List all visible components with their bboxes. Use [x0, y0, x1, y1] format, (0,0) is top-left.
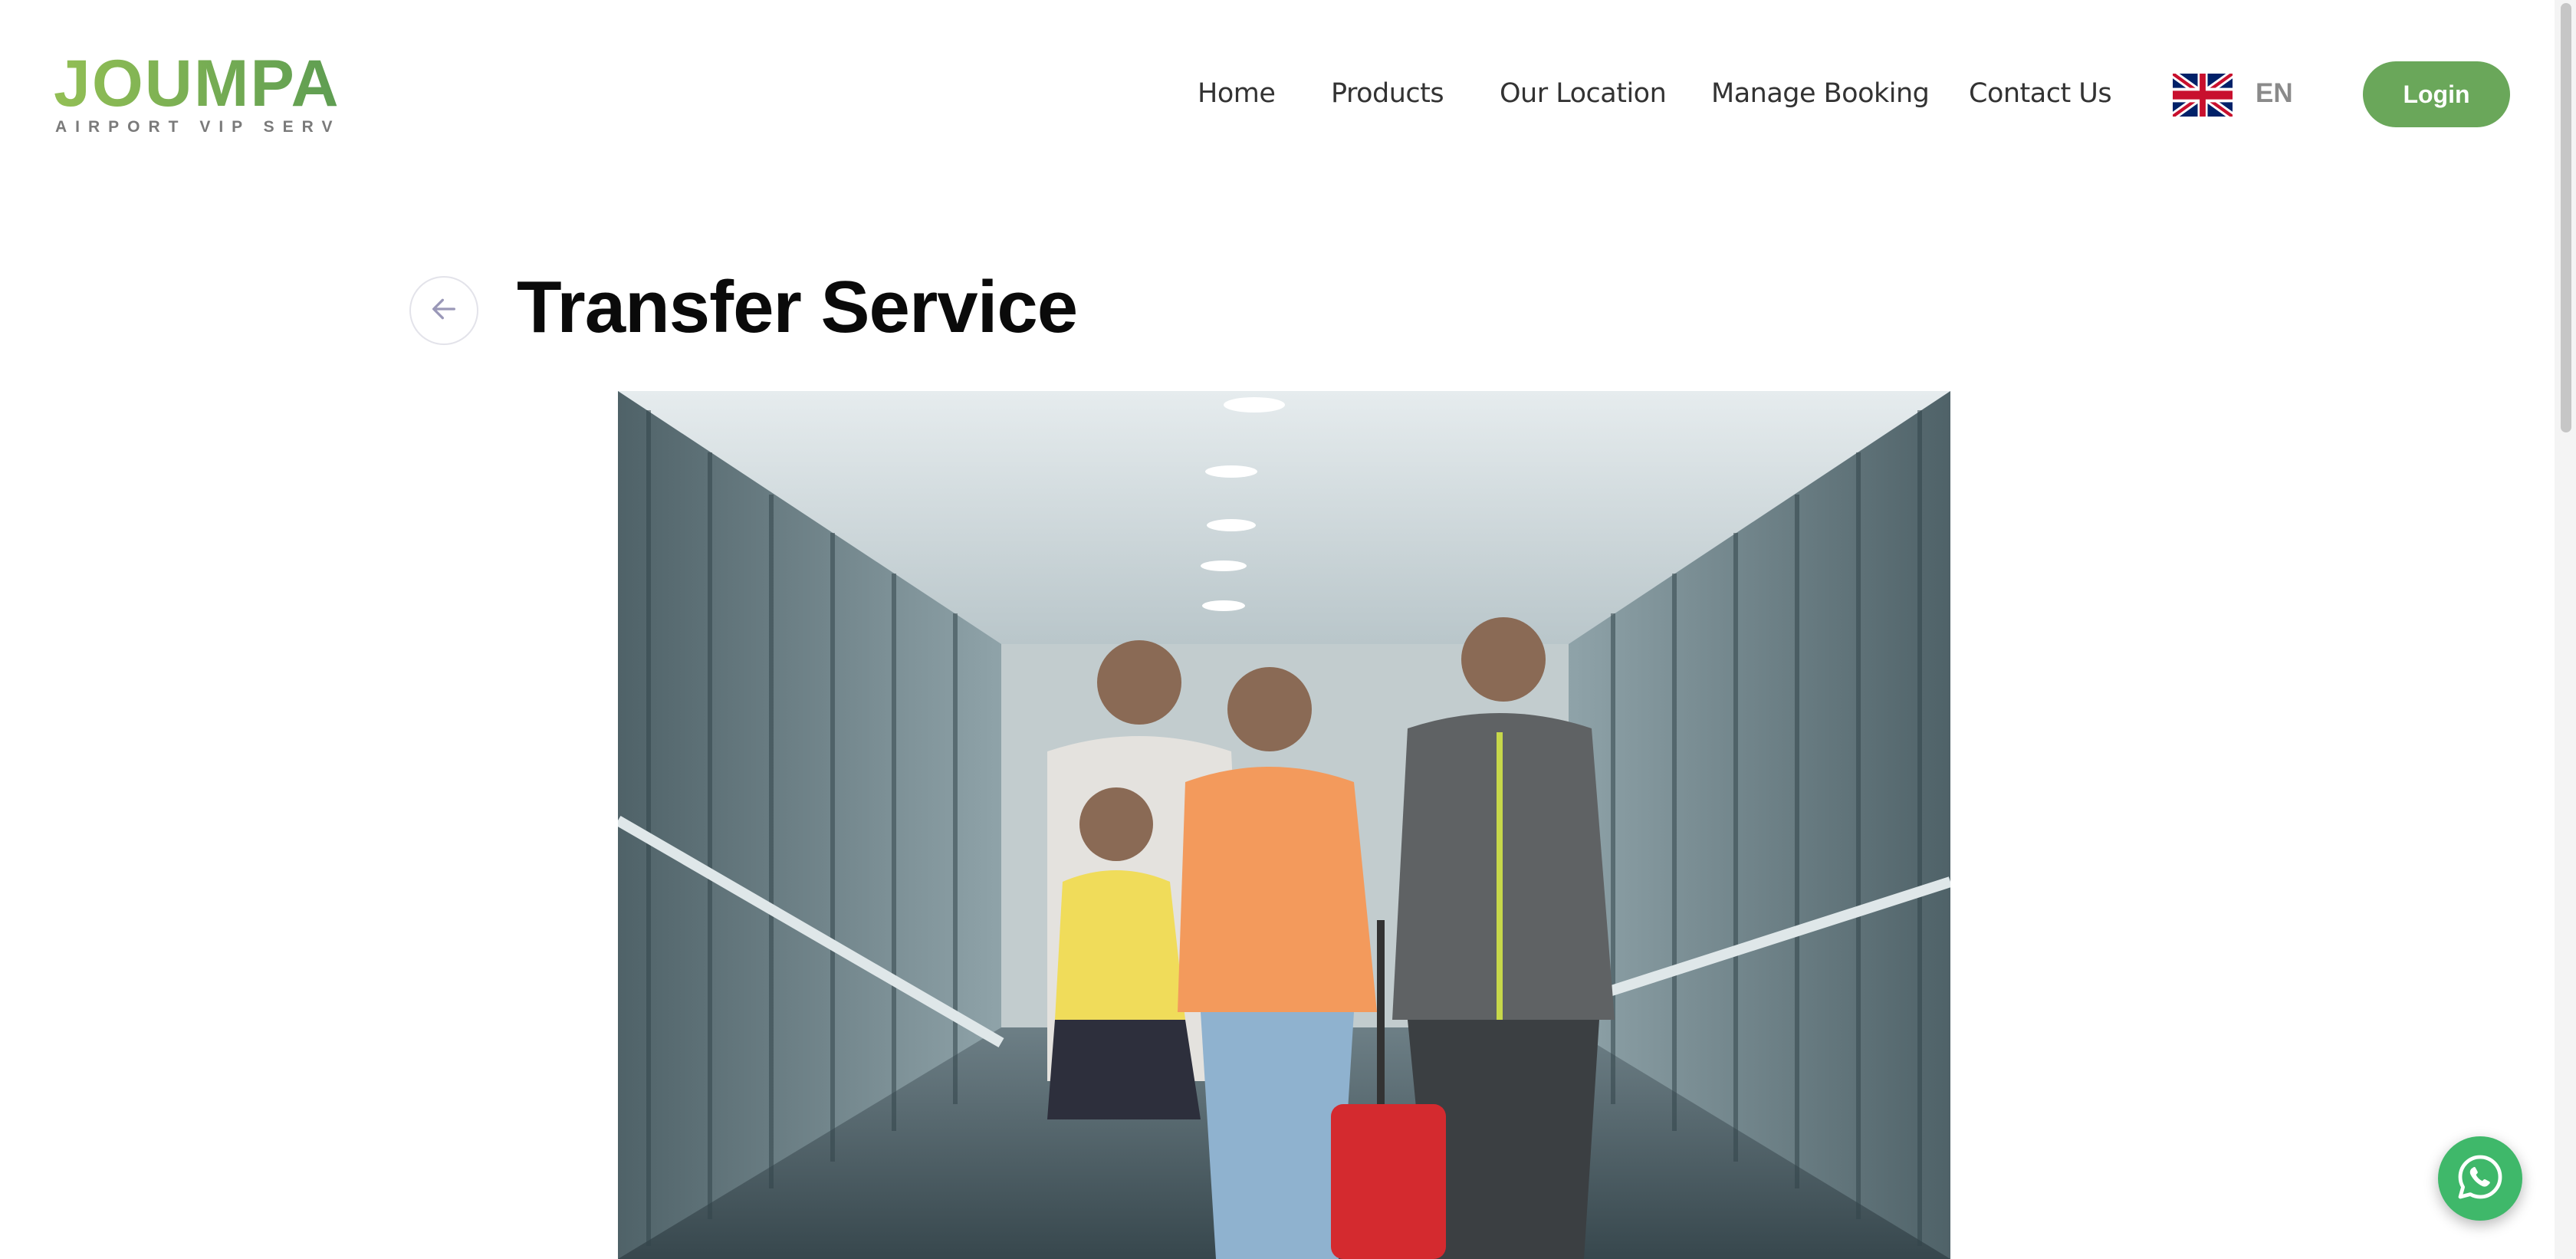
login-button[interactable]: Login [2363, 61, 2510, 127]
brand-tagline: AIRPORT VIP SERVICE [55, 118, 337, 135]
nav-products[interactable]: Products [1331, 71, 1444, 117]
page-title: Transfer Service [517, 266, 1078, 348]
brand-name: JOUMPA [54, 54, 337, 120]
nav-home[interactable]: Home [1198, 71, 1276, 117]
scrollbar[interactable] [2555, 0, 2576, 1259]
nav-contact-us[interactable]: Contact Us [1969, 71, 2112, 117]
language-code[interactable]: EN [2256, 71, 2293, 117]
brand-logo[interactable]: JOUMPA AIRPORT VIP SERVICE [54, 54, 337, 135]
nav-manage-booking[interactable]: Manage Booking [1711, 71, 1930, 117]
whatsapp-chat-button[interactable] [2438, 1136, 2522, 1221]
whatsapp-icon [2456, 1152, 2505, 1205]
back-button[interactable] [409, 276, 478, 345]
uk-flag-icon[interactable] [2171, 69, 2234, 121]
hero-image [618, 391, 1950, 1259]
scrollbar-thumb[interactable] [2561, 3, 2571, 432]
nav-our-location[interactable]: Our Location [1500, 71, 1667, 117]
arrow-left-icon [429, 294, 459, 328]
